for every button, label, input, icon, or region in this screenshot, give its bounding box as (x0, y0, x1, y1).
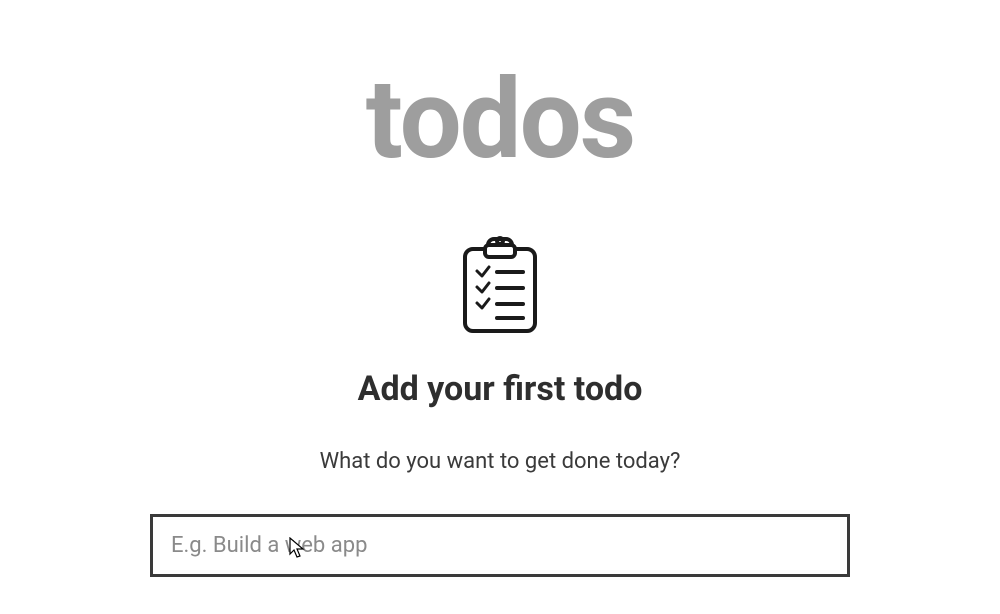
empty-state-heading: Add your first todo (358, 369, 643, 409)
app-title: todos (366, 65, 634, 175)
clipboard-checklist-icon (455, 235, 545, 339)
new-todo-input[interactable] (150, 514, 850, 577)
empty-state-subheading: What do you want to get done today? (320, 449, 681, 474)
